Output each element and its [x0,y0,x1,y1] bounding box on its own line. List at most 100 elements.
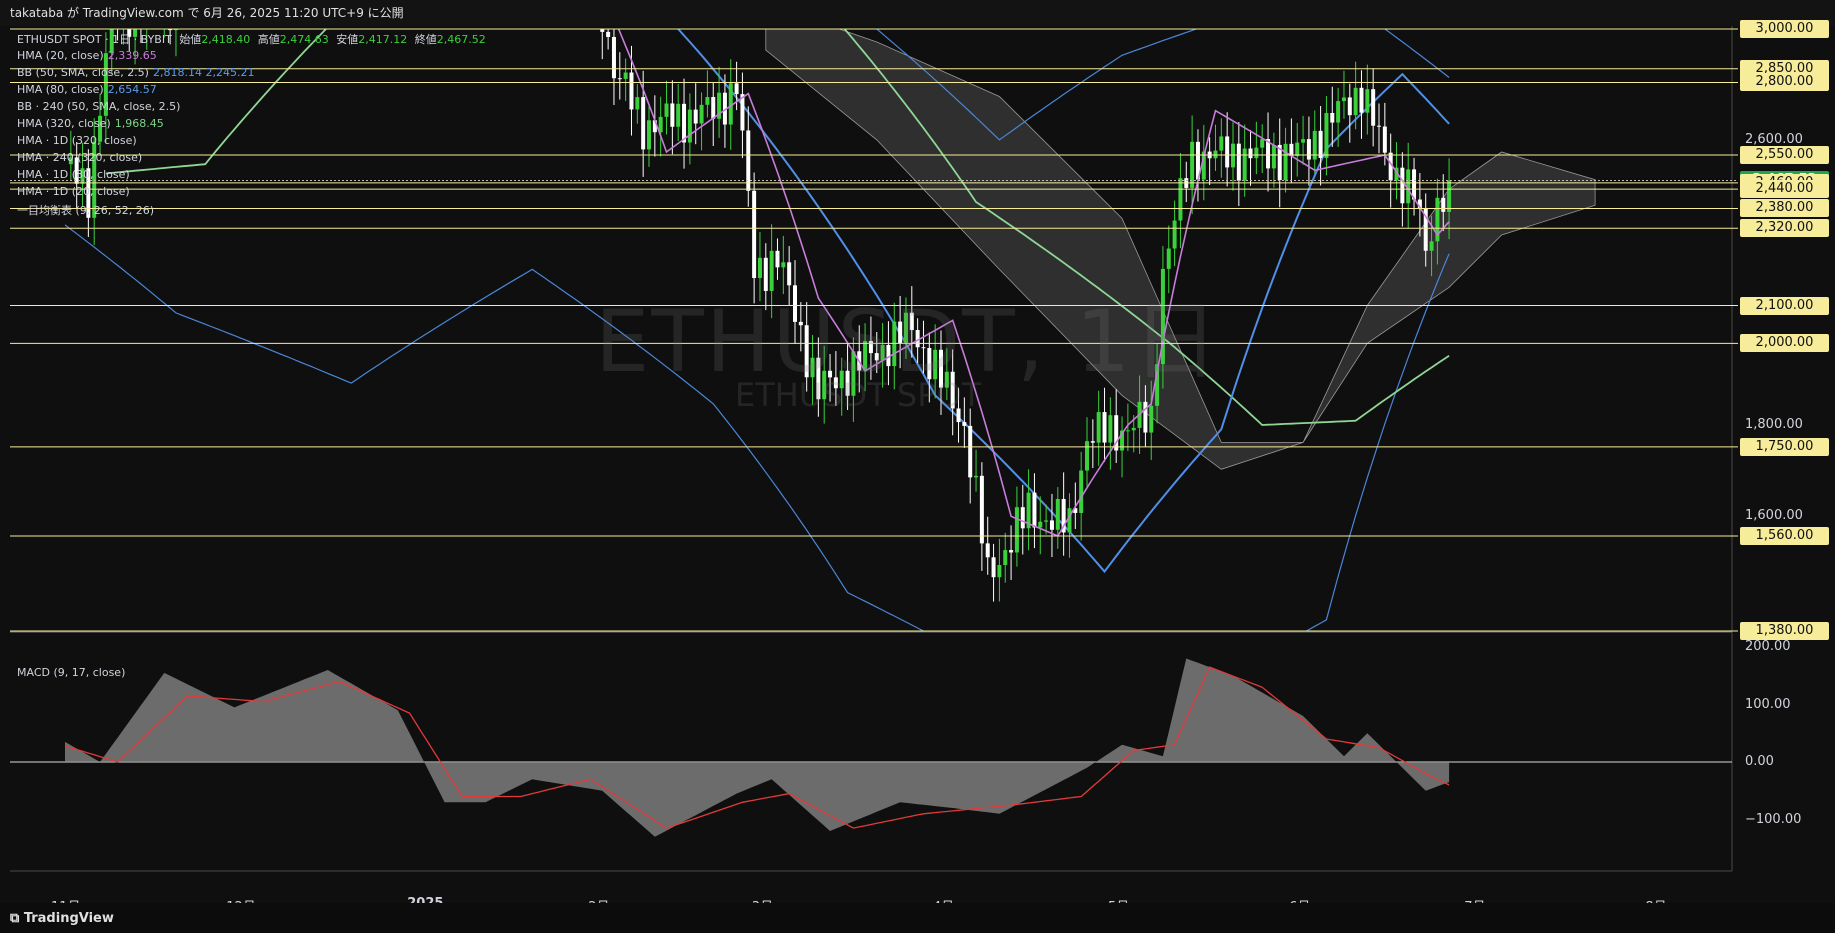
candle-body [1447,180,1452,212]
candle-body [1219,136,1224,151]
candle-body [734,83,739,95]
candle-body [985,543,990,558]
candle-body [968,425,973,478]
candle-body [1441,197,1446,212]
candle-body [1190,141,1195,188]
candle-body [1318,130,1323,158]
chart-area[interactable]: ETHUSDT, 1日 ETHUSDT SPOT ETHUSDT SPOT · … [0,20,1835,919]
candle-body [1009,550,1014,553]
indicator-legend-row[interactable]: HMA (80, close) 2,654.57 [17,83,157,96]
candle-body [1341,97,1346,102]
candle-body [1347,97,1352,116]
indicator-value: 1,968.45 [114,117,164,130]
indicator-legend-row[interactable]: 一目均衡表 (9, 26, 52, 26) [17,202,154,218]
candle-body [670,103,675,127]
candle-body [606,31,611,37]
symbol-legend: ETHUSDT SPOT · 1日 · BYBIT 始値2,418.40 高値2… [17,31,486,47]
level-price-tag: 1,380.00 [1740,622,1829,640]
candle-body [682,103,687,143]
indicator-legend-row[interactable]: HMA · 1D (320, close) [17,134,137,147]
indicator-name: HMA (80, close) [17,83,104,96]
candle-body [629,72,634,110]
candle-body [1283,143,1288,181]
level-price-tag: 1,750.00 [1740,437,1829,456]
candle-body [699,104,704,124]
publish-header: takataba が TradingView.com で 6月 26, 2025… [0,0,1835,26]
high-value: 2,474.63 [279,33,329,46]
indicator-legend-row[interactable]: HMA · 240 (320, close) [17,151,142,164]
candle-body [1242,148,1247,181]
chart-svg[interactable] [0,26,1835,903]
candle-body [979,475,984,544]
level-price-tag: 2,320.00 [1740,219,1829,238]
candle-body [1166,248,1171,269]
candle-body [1248,148,1253,159]
candle-body [1096,412,1101,443]
indicator-name: HMA · 1D (20, close) [17,185,130,198]
candle-body [1172,220,1177,249]
candle-body [1108,415,1113,443]
indicator-legend-row[interactable]: HMA (320, close) 1,968.45 [17,117,164,130]
indicator-legend-row[interactable]: HMA · 1D (80, close) [17,168,130,181]
open-label: 始値 [179,33,202,46]
candle-body [1324,112,1329,158]
indicator-name: HMA (20, close) [17,49,104,62]
candle-body [1049,520,1054,530]
candle-body [1359,87,1364,113]
indicator-name: HMA · 240 (320, close) [17,151,143,164]
candle-body [1032,492,1037,528]
candle-body [752,190,757,278]
candle-body [1149,405,1154,433]
indicator-name: BB (50, SMA, close, 2.5) [17,66,149,79]
indicator-value: 2,654.57 [107,83,157,96]
watermark-subtitle: ETHUSDT SPOT [735,376,982,414]
candle-body [1090,441,1095,443]
candle-body [974,475,979,478]
indicator-value: 2,818.14 2,245.21 [152,66,255,79]
macd-axis-label: 200.00 [1745,639,1791,654]
candle-body [746,130,751,191]
tradingview-logo: ⧉ TradingView [10,911,114,926]
macd-axis-label: 0.00 [1745,754,1774,769]
candle-body [1044,520,1049,522]
candle-body [1377,125,1381,127]
indicator-legend-row[interactable]: HMA (20, close) 2,339.65 [17,49,157,62]
level-price-tag: 3,000.00 [1740,20,1829,38]
candle-body [1254,147,1259,159]
candle-body [1429,241,1434,251]
level-price-tag: 2,550.00 [1740,145,1829,164]
candle-body [1295,142,1300,157]
candle-body [705,97,710,105]
open-value: 2,418.40 [201,33,251,46]
candle-body [641,97,646,150]
candle-body [611,36,616,79]
candle-body [635,97,640,110]
candle-body [711,97,716,119]
tv-logo-text: TradingView [23,911,114,926]
candle-body [1225,136,1230,168]
candle-body [687,109,692,143]
candle-body [617,78,622,80]
candle-body [1271,144,1276,169]
level-price-tag: 2,800.00 [1740,73,1829,92]
indicator-legend-row[interactable]: BB (50, SMA, close, 2.5) 2,818.14 2,245.2… [17,66,254,79]
level-price-tag: 2,100.00 [1740,296,1829,315]
candle-body [1014,507,1019,553]
macd-title: MACD (9, 17, close) [17,666,126,679]
candle-body [676,103,681,127]
indicator-name: HMA · 1D (80, close) [17,168,130,181]
indicator-legend-row[interactable]: HMA · 1D (20, close) [17,185,130,198]
indicator-legend-row[interactable]: BB · 240 (50, SMA, close, 2.5) [17,100,180,113]
level-price-tag: 1,560.00 [1740,526,1829,545]
candle-body [1336,101,1341,123]
candle-body [1306,139,1311,160]
candle-body [991,557,996,578]
candle-body [1102,412,1107,443]
candle-body [1085,441,1089,471]
candle-body [623,72,628,79]
candle-body [1038,521,1043,528]
candle-body [775,250,780,268]
indicator-name: HMA · 1D (320, close) [17,134,137,147]
candle-body [1020,507,1025,529]
level-price-tag: 2,380.00 [1740,199,1829,218]
